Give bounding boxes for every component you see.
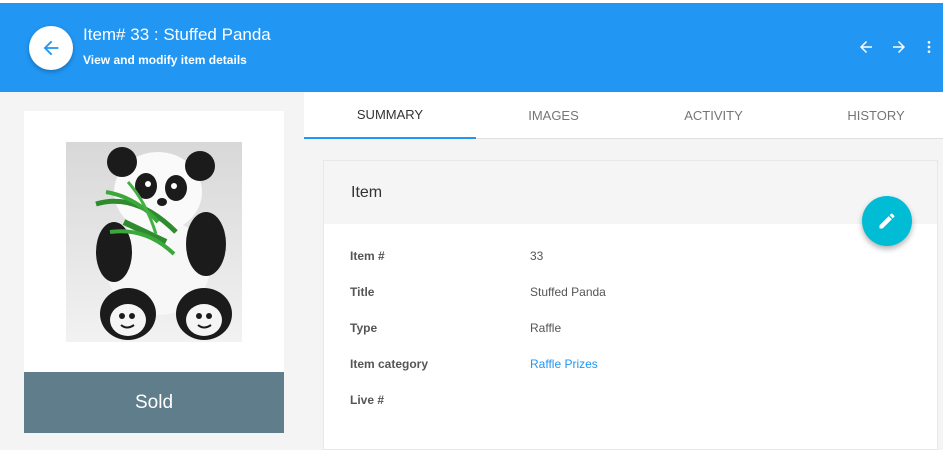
field-value-item-category-link[interactable]: Raffle Prizes xyxy=(530,357,598,371)
more-menu-button[interactable] xyxy=(921,36,937,58)
field-label-item-category: Item category xyxy=(350,357,429,371)
card-header: Item xyxy=(324,161,937,224)
item-details-card: Item xyxy=(323,160,938,450)
next-item-button[interactable] xyxy=(888,36,910,58)
pencil-icon xyxy=(879,213,895,229)
app-header: Item# 33 : Stuffed Panda View and modify… xyxy=(0,0,943,92)
more-vertical-icon xyxy=(927,41,931,53)
tab-summary[interactable]: SUMMARY xyxy=(304,92,476,139)
edit-button[interactable] xyxy=(862,196,912,246)
field-label-item-number: Item # xyxy=(350,249,385,263)
card-title: Item xyxy=(351,184,383,201)
page-title: Item# 33 : Stuffed Panda xyxy=(83,25,271,44)
field-label-type: Type xyxy=(350,321,378,335)
item-photo[interactable] xyxy=(66,142,242,342)
tab-activity[interactable]: ACTIVITY xyxy=(631,92,796,139)
field-label-title: Title xyxy=(350,285,375,299)
item-image-panel: Sold xyxy=(24,111,284,433)
field-label-live-number: Live # xyxy=(350,393,385,407)
page-subtitle: View and modify item details xyxy=(83,53,247,67)
arrow-left-icon xyxy=(860,41,872,53)
field-value-type: Raffle xyxy=(530,321,562,335)
field-value-title: Stuffed Panda xyxy=(530,285,606,299)
field-value-item-number: 33 xyxy=(530,249,544,263)
arrow-left-icon xyxy=(43,40,59,56)
status-badge: Sold xyxy=(24,372,284,433)
panda-image xyxy=(66,142,242,342)
arrow-right-icon xyxy=(893,41,905,53)
tab-history[interactable]: HISTORY xyxy=(796,92,943,139)
tab-images[interactable]: IMAGES xyxy=(476,92,631,139)
previous-item-button[interactable] xyxy=(855,36,877,58)
back-button[interactable] xyxy=(29,26,73,70)
detail-tabs: SUMMARY IMAGES ACTIVITY HISTORY xyxy=(304,92,943,139)
